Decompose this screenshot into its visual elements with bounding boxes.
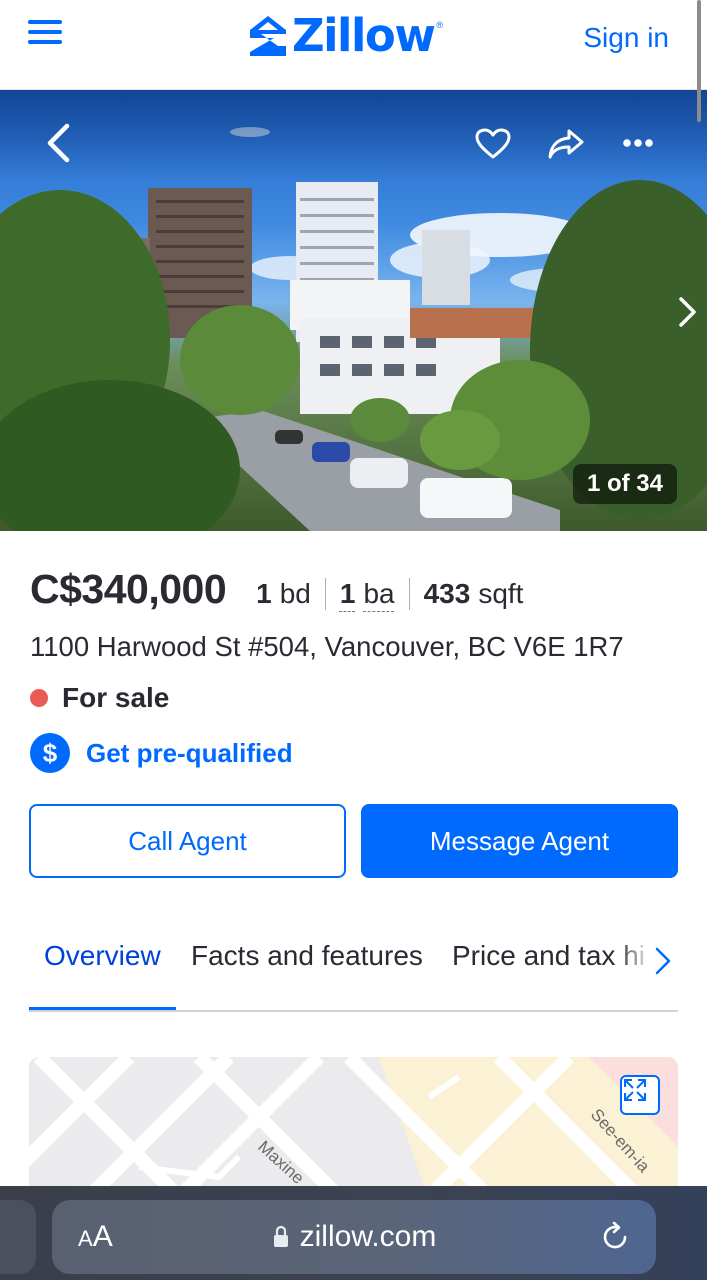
message-agent-button[interactable]: Message Agent [361,804,678,878]
beds-value: 1 [256,578,272,609]
tab-price-and-tax-history[interactable]: Price and tax hi [452,940,645,972]
get-prequalified-link[interactable]: $ Get pre-qualified [30,733,293,773]
status-text: For sale [62,682,170,713]
call-agent-button[interactable]: Call Agent [29,804,346,878]
previous-tab-stub[interactable] [0,1200,36,1274]
photo-counter: 1 of 34 [572,464,677,504]
registered-mark: ® [436,20,444,30]
listing-photo[interactable]: 1 of 34 [0,90,707,531]
status-dot-icon [30,689,48,707]
baths-value: 1 [339,578,356,609]
sqft-unit: sqft [478,578,524,609]
baths-stat[interactable]: 1 ba [324,578,409,610]
lock-icon [273,1225,288,1247]
zillow-logo[interactable]: Zillow ® [248,10,443,62]
heart-icon[interactable] [472,124,514,164]
listing-address: 1100 Harwood St #504, Vancouver, BC V6E … [30,631,624,662]
back-chevron-icon[interactable] [38,120,78,166]
logo-text: Zillow [292,9,436,62]
tab-facts-and-features[interactable]: Facts and features [191,940,423,972]
zillow-logo-mark-icon [250,16,286,56]
listing-status: For sale [30,682,169,714]
detail-tabs: Overview Facts and features Price and ta… [29,930,678,1012]
page-scrollbar[interactable] [697,0,701,122]
baths-unit: ba [363,578,395,609]
url-display: zillow.com [52,1220,656,1254]
listing-stats: 1 bd 1 ba 433 sqft [256,578,537,610]
active-tab-indicator [29,1007,176,1010]
price-row: C$340,000 1 bd 1 ba 433 sqft [30,566,537,613]
prequalified-label: Get pre-qualified [86,737,293,768]
dollar-icon: $ [30,733,70,773]
address-bar[interactable]: AA zillow.com [52,1200,656,1274]
sqft-value: 433 [423,578,471,609]
browser-bottom-bar: AA zillow.com [0,1186,707,1280]
reload-icon[interactable] [598,1220,632,1254]
more-icon[interactable] [616,130,660,156]
url-text: zillow.com [299,1220,437,1253]
sqft-stat: 433 sqft [408,578,538,610]
next-chevron-icon[interactable] [670,290,704,334]
share-icon[interactable] [544,124,588,164]
listing-price: C$340,000 [30,566,227,612]
beds-unit: bd [279,578,311,609]
chevron-right-icon[interactable] [652,944,674,978]
beds-stat: 1 bd [256,578,325,610]
tab-overview[interactable]: Overview [44,940,161,972]
expand-map-icon[interactable] [620,1075,660,1115]
sign-in-link[interactable]: Sign in [583,22,669,54]
site-header: Zillow ® Sign in [0,0,707,90]
hamburger-menu-icon[interactable] [28,18,62,46]
